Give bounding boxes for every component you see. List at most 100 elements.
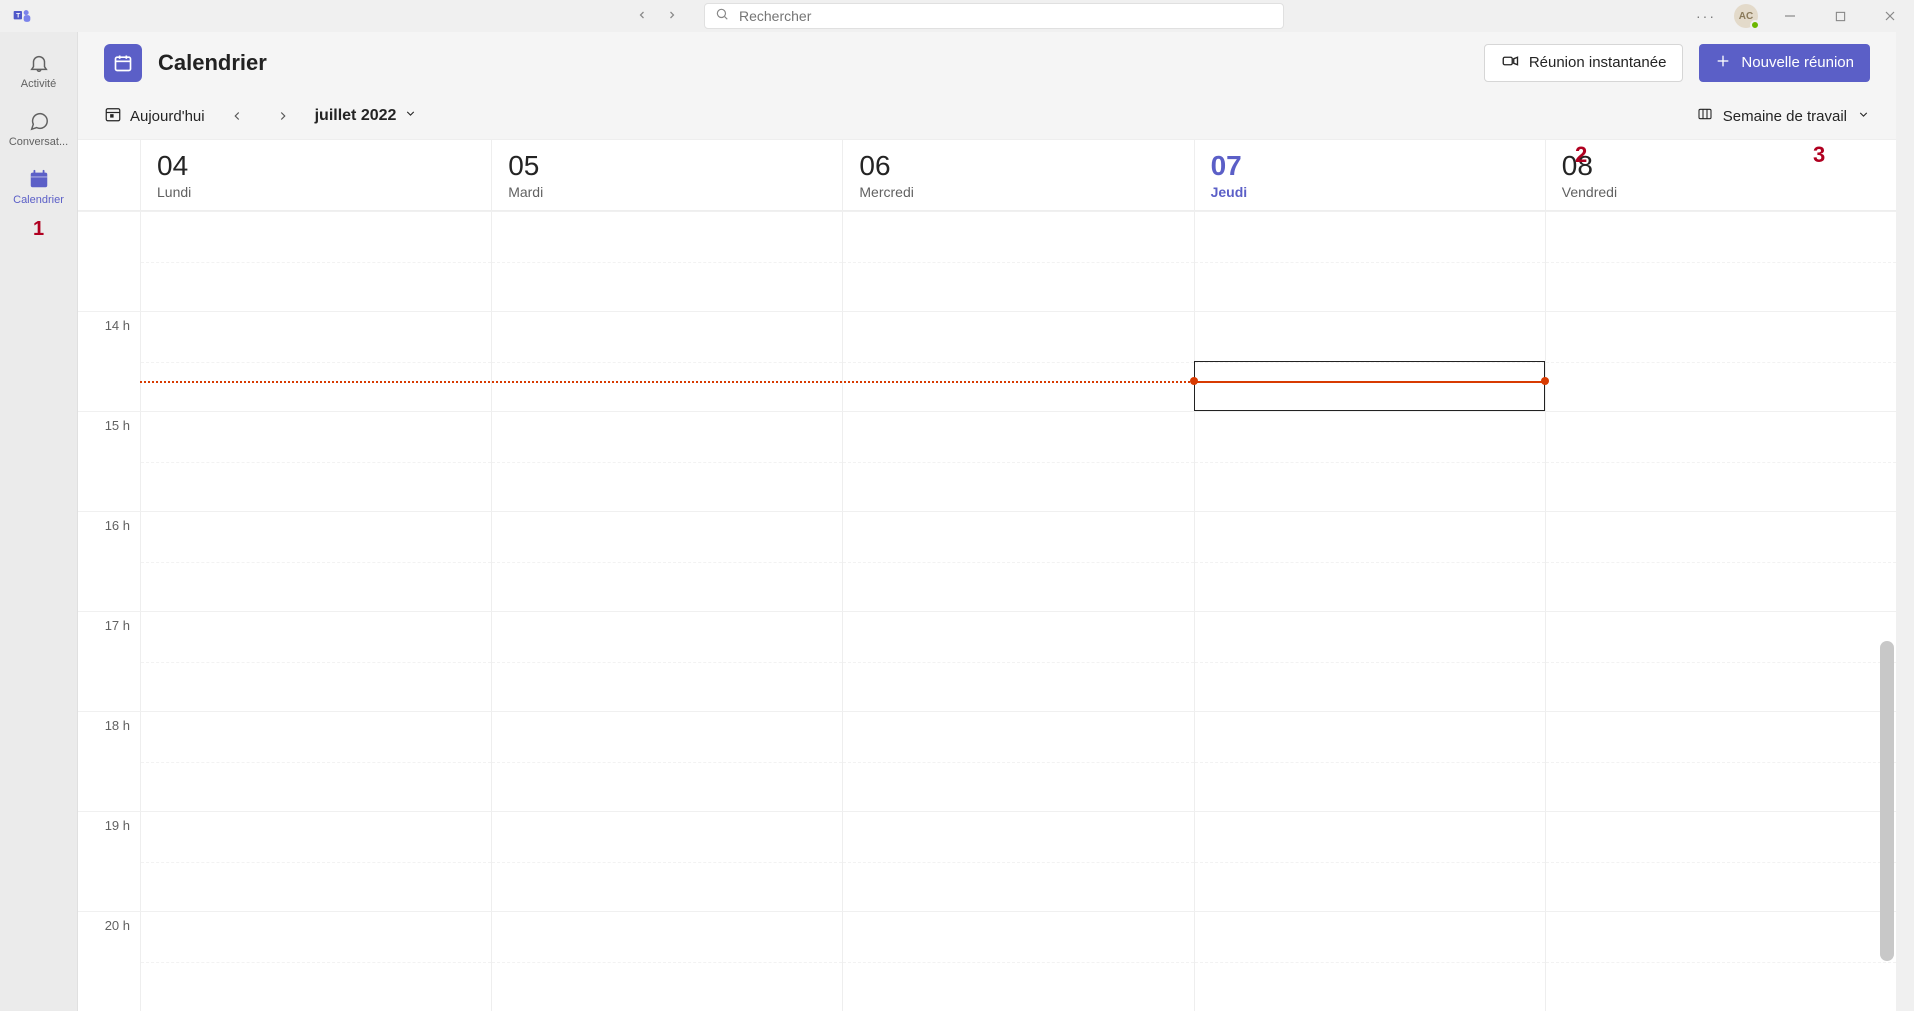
time-cell[interactable] <box>842 411 1193 511</box>
time-cell[interactable] <box>842 511 1193 611</box>
app-rail: Activité Conversat... Calendrier 1 <box>0 32 78 1011</box>
time-cell[interactable] <box>140 911 491 1011</box>
time-cell[interactable] <box>1194 411 1545 511</box>
title-bar: T ··· AC <box>0 0 1914 32</box>
hour-label: 15 h <box>78 411 140 511</box>
time-cell[interactable] <box>1194 211 1545 311</box>
day-header[interactable]: 04 Lundi <box>140 140 491 210</box>
time-cell[interactable] <box>491 311 842 411</box>
hour-label: 18 h <box>78 711 140 811</box>
month-picker[interactable]: juillet 2022 <box>315 107 418 125</box>
month-label: juillet 2022 <box>315 107 397 125</box>
history-back-icon[interactable] <box>630 5 654 28</box>
avatar-initials: AC <box>1739 11 1753 22</box>
window-close-icon[interactable] <box>1872 2 1908 30</box>
time-cell[interactable] <box>842 911 1193 1011</box>
hour-label: 17 h <box>78 611 140 711</box>
day-number: 06 <box>859 150 1177 182</box>
time-cell[interactable] <box>140 211 491 311</box>
time-cell[interactable] <box>491 411 842 511</box>
time-cell[interactable] <box>1545 211 1896 311</box>
day-headers: 04 Lundi 05 Mardi 06 Mercredi 07 Jeudi 0… <box>78 140 1896 211</box>
time-cell[interactable] <box>140 811 491 911</box>
time-cell[interactable] <box>1545 611 1896 711</box>
window-maximize-icon[interactable] <box>1822 2 1858 30</box>
time-cell[interactable] <box>1545 411 1896 511</box>
today-icon <box>104 105 122 127</box>
time-cell[interactable] <box>1545 311 1896 411</box>
window-minimize-icon[interactable] <box>1772 2 1808 30</box>
rail-item-activity[interactable]: Activité <box>0 42 77 100</box>
history-nav <box>630 5 684 28</box>
annotation-2: 2 <box>1575 142 1587 168</box>
rail-item-calendar[interactable]: Calendrier <box>0 158 77 216</box>
page-header: Calendrier Réunion instantanée Nouvelle … <box>78 32 1896 93</box>
calendar-toolbar: Aujourd'hui juillet 2022 Semaine de trav… <box>78 93 1896 139</box>
selected-timeslot[interactable] <box>1194 361 1545 411</box>
new-meeting-label: Nouvelle réunion <box>1741 54 1854 71</box>
time-cell[interactable] <box>140 611 491 711</box>
time-cell[interactable] <box>491 511 842 611</box>
time-cell[interactable] <box>1545 511 1896 611</box>
time-cell[interactable] <box>842 811 1193 911</box>
chat-icon <box>0 108 77 134</box>
time-cell[interactable] <box>491 811 842 911</box>
svg-text:T: T <box>16 13 20 20</box>
avatar[interactable]: AC <box>1734 4 1758 28</box>
new-meeting-button[interactable]: Nouvelle réunion <box>1699 44 1870 82</box>
time-cell[interactable] <box>1545 811 1896 911</box>
today-button[interactable]: Aujourd'hui <box>104 105 205 127</box>
time-cell[interactable] <box>842 711 1193 811</box>
day-header-today[interactable]: 07 Jeudi <box>1194 140 1545 210</box>
time-cell[interactable] <box>1194 811 1545 911</box>
day-number: 08 <box>1562 150 1880 182</box>
video-icon <box>1501 52 1519 74</box>
time-cell[interactable] <box>491 911 842 1011</box>
time-cell[interactable] <box>140 511 491 611</box>
time-cell[interactable] <box>842 311 1193 411</box>
scrollbar-thumb[interactable] <box>1880 641 1894 961</box>
calendar-grid: 14 h15 h16 h17 h18 h19 h20 h <box>78 211 1896 1011</box>
history-forward-icon[interactable] <box>660 5 684 28</box>
time-cell[interactable] <box>491 611 842 711</box>
time-cell[interactable] <box>1194 711 1545 811</box>
time-cell[interactable] <box>1194 611 1545 711</box>
presence-available-icon <box>1750 20 1760 30</box>
time-cell[interactable] <box>1194 511 1545 611</box>
search-input[interactable] <box>704 3 1284 29</box>
calendar-grid-scroll[interactable]: 14 h15 h16 h17 h18 h19 h20 h <box>78 211 1896 1011</box>
time-cell[interactable] <box>842 611 1193 711</box>
more-menu-icon[interactable]: ··· <box>1692 4 1720 28</box>
view-picker[interactable]: Semaine de travail <box>1697 106 1870 126</box>
day-name: Mardi <box>508 184 826 200</box>
time-cell[interactable] <box>491 211 842 311</box>
plus-icon <box>1715 53 1731 73</box>
teams-logo-icon: T <box>12 5 34 27</box>
day-number: 05 <box>508 150 826 182</box>
search-field[interactable] <box>739 8 1273 24</box>
meet-now-button[interactable]: Réunion instantanée <box>1484 44 1684 82</box>
day-header[interactable]: 05 Mardi <box>491 140 842 210</box>
day-header[interactable]: 06 Mercredi <box>842 140 1193 210</box>
time-cell[interactable] <box>1545 911 1896 1011</box>
day-name: Jeudi <box>1211 184 1529 200</box>
search-icon <box>715 7 729 26</box>
next-week-button[interactable] <box>269 102 297 130</box>
time-cell[interactable] <box>842 211 1193 311</box>
rail-item-chat[interactable]: Conversat... <box>0 100 77 158</box>
day-name: Vendredi <box>1562 184 1880 200</box>
time-cell[interactable] <box>1194 911 1545 1011</box>
day-header[interactable]: 08 Vendredi <box>1545 140 1896 210</box>
calendar-icon <box>0 166 77 192</box>
view-label: Semaine de travail <box>1723 108 1847 125</box>
time-cell[interactable] <box>140 711 491 811</box>
time-cell[interactable] <box>491 711 842 811</box>
prev-week-button[interactable] <box>223 102 251 130</box>
time-cell[interactable] <box>140 411 491 511</box>
time-cell[interactable] <box>140 311 491 411</box>
day-name: Lundi <box>157 184 475 200</box>
meet-now-label: Réunion instantanée <box>1529 54 1667 71</box>
annotation-1: 1 <box>33 218 44 241</box>
time-cell[interactable] <box>1545 711 1896 811</box>
annotation-3: 3 <box>1813 142 1825 168</box>
